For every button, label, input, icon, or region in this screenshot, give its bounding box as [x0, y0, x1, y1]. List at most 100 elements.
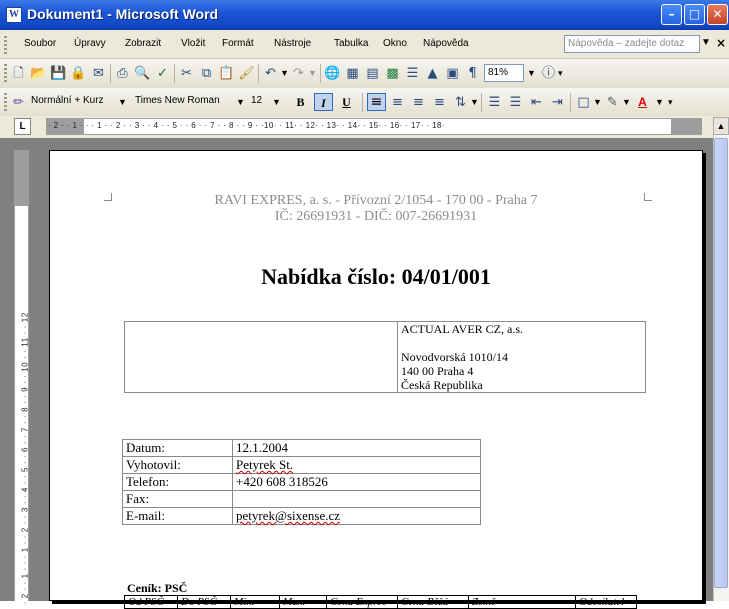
info-value: 12.1.2004: [232, 439, 481, 457]
menu-format[interactable]: Formát: [222, 38, 254, 49]
column-header: Země: [468, 595, 576, 609]
pricelist-table[interactable]: Od PSČ Do PSČ Min. Max. Cena Expres Cena…: [124, 595, 637, 609]
style-field[interactable]: Normální + Kurz: [28, 93, 118, 111]
toolbar-options-icon[interactable]: ▾: [558, 64, 563, 82]
recipient-country: Česká Republika: [401, 378, 483, 392]
align-left-icon[interactable]: ≡: [367, 93, 386, 111]
column-header: Cena Běžá: [397, 595, 469, 609]
border-dropdown-icon[interactable]: ▼: [593, 93, 602, 111]
font-size-dropdown-icon[interactable]: ▼: [272, 93, 281, 111]
show-hide-icon[interactable]: ¶: [464, 65, 481, 82]
align-center-icon[interactable]: ≡: [389, 94, 406, 111]
vertical-scrollbar-thumb[interactable]: [714, 138, 728, 588]
redo-dropdown-icon[interactable]: ▼: [308, 64, 317, 82]
print-preview-icon[interactable]: 🔍: [134, 65, 151, 82]
undo-icon[interactable]: ↶: [262, 65, 279, 82]
recipient-address-table[interactable]: ACTUAL AVER CZ, a.s. Novodvorská 1010/14…: [124, 321, 646, 393]
info-value: petyrek@sixense.cz: [232, 507, 481, 525]
close-button[interactable]: ✕: [707, 4, 728, 25]
column-header: Min.: [230, 595, 280, 609]
table-row: Vyhotovil: Petyrek St.: [122, 456, 481, 474]
bold-button[interactable]: B: [291, 93, 310, 111]
font-size-field[interactable]: 12: [248, 93, 270, 111]
line-spacing-icon[interactable]: ⇅: [452, 94, 469, 111]
toolbar-separator: [570, 93, 571, 112]
save-icon[interactable]: 💾: [50, 65, 67, 82]
cut-icon[interactable]: ✂: [178, 65, 195, 82]
zoom-field[interactable]: 81%: [484, 64, 524, 82]
justify-icon[interactable]: ≡: [431, 94, 448, 111]
toolbar-grip[interactable]: [4, 93, 7, 112]
italic-button[interactable]: I: [314, 93, 333, 111]
window-title: Dokument1 - Microsoft Word: [27, 6, 219, 22]
bullets-icon[interactable]: ☰: [507, 94, 524, 111]
open-folder-icon[interactable]: 📂: [30, 65, 47, 82]
new-document-icon[interactable]: 🗋: [10, 65, 27, 82]
vertical-ruler-scale: · 2 · · 1 · · · 1 · · 2 · · 3 · · 4 · · …: [20, 312, 30, 605]
info-value: +420 608 318526: [232, 473, 481, 491]
print-icon[interactable]: ⎙: [114, 65, 131, 82]
permission-icon[interactable]: 🔒: [70, 65, 87, 82]
font-color-button[interactable]: A: [633, 93, 652, 111]
paste-icon[interactable]: 📋: [218, 65, 235, 82]
company-header-line2: IČ: 26691931 - DIČ: 007-26691931: [274, 209, 478, 224]
undo-dropdown-icon[interactable]: ▼: [280, 64, 289, 82]
highlight-dropdown-icon[interactable]: ▼: [622, 93, 631, 111]
menu-tabulka[interactable]: Tabulka: [334, 38, 368, 49]
spelling-icon[interactable]: ✓: [154, 65, 171, 82]
word-app-icon[interactable]: W: [6, 7, 22, 23]
document-map-icon[interactable]: ▣: [444, 65, 461, 82]
style-dropdown-icon[interactable]: ▼: [118, 93, 127, 111]
menu-napoveda[interactable]: Nápověda: [423, 38, 469, 49]
hyperlink-icon[interactable]: 🌐: [324, 65, 341, 82]
border-icon[interactable]: □: [575, 94, 592, 111]
insert-table-icon[interactable]: ▤: [364, 65, 381, 82]
document-close-icon[interactable]: ×: [716, 36, 726, 50]
email-icon[interactable]: ✉: [90, 65, 107, 82]
drawing-icon[interactable]: ▲: [424, 65, 441, 82]
maximize-button[interactable]: □: [684, 4, 705, 25]
menu-zobrazit[interactable]: Zobrazit: [125, 38, 161, 49]
menu-okno[interactable]: Okno: [383, 38, 407, 49]
horizontal-ruler[interactable]: · 2 · · 1 · · · 1 · · 2 · · 3 · · 4 · · …: [46, 118, 702, 135]
menu-soubor[interactable]: Soubor: [24, 38, 56, 49]
toolbar-separator: [174, 64, 175, 83]
horizontal-ruler-scale: · 2 · · 1 · · · 1 · · 2 · · 3 · · 4 · · …: [48, 121, 445, 130]
tab-selector[interactable]: L: [14, 118, 31, 135]
highlight-icon[interactable]: ✎: [604, 94, 621, 111]
zoom-dropdown-icon[interactable]: ▼: [527, 64, 536, 82]
line-spacing-dropdown-icon[interactable]: ▼: [470, 93, 479, 111]
menu-nastroje[interactable]: Nástroje: [274, 38, 311, 49]
scroll-up-button[interactable]: ▲: [713, 117, 729, 135]
help-search-input[interactable]: Nápověda – zadejte dotaz: [564, 35, 700, 53]
toolbar-grip[interactable]: [4, 64, 7, 83]
underline-button[interactable]: U: [337, 93, 356, 111]
table-row: Datum: 12.1.2004: [122, 439, 481, 457]
menu-upravy[interactable]: Úpravy: [74, 38, 106, 49]
styles-pane-icon[interactable]: ✏: [10, 94, 27, 111]
columns-icon[interactable]: ☰: [404, 65, 421, 82]
toolbar-options-icon[interactable]: ▾: [668, 93, 673, 111]
font-field[interactable]: Times New Roman: [132, 93, 232, 111]
help-dropdown-icon[interactable]: ▼: [701, 37, 711, 48]
decrease-indent-icon[interactable]: ⇤: [528, 94, 545, 111]
redo-icon[interactable]: ↷: [290, 65, 307, 82]
document-page[interactable]: RAVI EXPRES, a. s. - Přívozní 2/1054 - 1…: [49, 150, 703, 609]
insert-excel-icon[interactable]: ▩: [384, 65, 401, 82]
menu-vlozit[interactable]: Vložit: [181, 38, 205, 49]
font-dropdown-icon[interactable]: ▼: [236, 93, 245, 111]
vertical-ruler[interactable]: · 2 · · 1 · · · 1 · · 2 · · 3 · · 4 · · …: [14, 150, 30, 605]
align-right-icon[interactable]: ≡: [410, 94, 427, 111]
info-value: [232, 490, 481, 508]
copy-icon[interactable]: ⧉: [198, 65, 215, 82]
font-color-dropdown-icon[interactable]: ▼: [655, 93, 664, 111]
increase-indent-icon[interactable]: ⇥: [549, 94, 566, 111]
tables-borders-icon[interactable]: ▦: [344, 65, 361, 82]
minimize-button[interactable]: –: [661, 4, 682, 25]
help-icon[interactable]: ⓘ: [540, 65, 557, 82]
offer-info-table[interactable]: Datum: 12.1.2004 Vyhotovil: Petyrek St. …: [122, 439, 481, 525]
format-painter-icon[interactable]: 🖌: [238, 65, 255, 82]
info-label: E-mail:: [122, 507, 233, 525]
menubar-grip[interactable]: [4, 36, 7, 55]
numbering-icon[interactable]: ☰: [486, 94, 503, 111]
